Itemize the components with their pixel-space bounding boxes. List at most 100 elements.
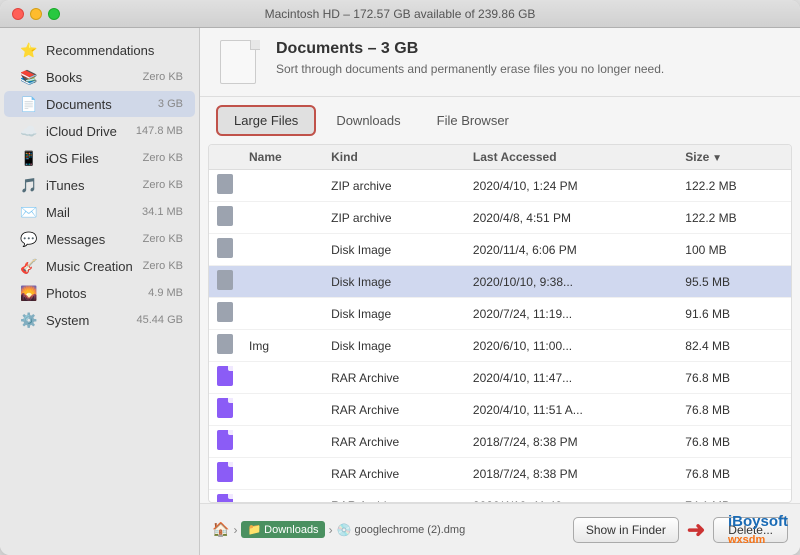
traffic-lights <box>12 8 60 20</box>
file-icon-cell <box>209 202 241 234</box>
sidebar-size-system: 45.44 GB <box>137 314 183 326</box>
sidebar-size-itunes: Zero KB <box>143 179 183 191</box>
file-accessed-cell: 2020/6/10, 11:00... <box>465 330 677 362</box>
close-button[interactable] <box>12 8 24 20</box>
file-icon-cell <box>209 298 241 330</box>
table-row[interactable]: RAR Archive2020/4/10, 11:47...76.8 MB <box>209 362 791 394</box>
maximize-button[interactable] <box>48 8 60 20</box>
breadcrumb-folder[interactable]: 📁 Downloads <box>241 521 324 538</box>
tab-downloads[interactable]: Downloads <box>320 107 416 134</box>
file-table-container[interactable]: Name Kind Last Accessed Size ZIP archive… <box>208 144 792 503</box>
sidebar-size-ios-files: Zero KB <box>143 152 183 164</box>
col-name[interactable]: Name <box>241 145 323 170</box>
purple-file-icon <box>217 494 233 503</box>
folder-label: Downloads <box>264 524 318 536</box>
file-kind-cell: RAR Archive <box>323 426 465 458</box>
table-row[interactable]: Disk Image2020/11/4, 6:06 PM100 MB <box>209 234 791 266</box>
table-row[interactable]: ZIP archive2020/4/10, 1:24 PM122.2 MB <box>209 170 791 202</box>
breadcrumb-sep-2: › <box>329 523 333 537</box>
breadcrumb-sep-1: › <box>233 523 237 537</box>
purple-file-icon <box>217 462 233 482</box>
file-icon-cell <box>209 330 241 362</box>
breadcrumb: 🏠 › 📁 Downloads › 💿 googlechrome (2).dmg <box>212 521 565 538</box>
table-row[interactable]: RAR Archive2018/7/24, 8:38 PM76.8 MB <box>209 426 791 458</box>
table-row[interactable]: ImgDisk Image2020/6/10, 11:00...82.4 MB <box>209 330 791 362</box>
file-size-cell: 122.2 MB <box>677 170 791 202</box>
sidebar-label-system: System <box>46 313 137 328</box>
gray-file-icon <box>217 206 233 226</box>
table-row[interactable]: RAR Archive2018/7/24, 8:38 PM76.8 MB <box>209 458 791 490</box>
sidebar-item-photos[interactable]: 🌄Photos4.9 MB <box>4 280 195 306</box>
right-panel: Documents – 3 GB Sort through documents … <box>200 28 800 555</box>
sidebar-item-itunes[interactable]: 🎵iTunesZero KB <box>4 172 195 198</box>
panel-header: Documents – 3 GB Sort through documents … <box>200 28 800 97</box>
sidebar-label-icloud: iCloud Drive <box>46 124 136 139</box>
sidebar-item-books[interactable]: 📚 BooksZero KB <box>4 64 195 90</box>
file-name-cell <box>241 458 323 490</box>
sidebar-item-recommendations[interactable]: ⭐Recommendations <box>4 37 195 63</box>
sidebar-label-recommendations: Recommendations <box>46 43 183 58</box>
table-row[interactable]: .rarRAR Archive2020/4/10, 11:49...74.1 M… <box>209 490 791 504</box>
file-accessed-cell: 2018/7/24, 8:38 PM <box>465 458 677 490</box>
tab-large-files[interactable]: Large Files <box>216 105 316 136</box>
watermark: iBoysoft wxsdm <box>728 513 788 547</box>
purple-file-icon <box>217 430 233 450</box>
file-icon-cell <box>209 170 241 202</box>
sidebar: ⭐Recommendations📚BooksZero KB📄Documents3… <box>0 28 200 555</box>
file-accessed-cell: 2020/4/8, 4:51 PM <box>465 202 677 234</box>
purple-file-icon <box>217 398 233 418</box>
file-name-cell <box>241 426 323 458</box>
sidebar-item-system[interactable]: ⚙️ System45.44 GB <box>4 307 195 333</box>
show-in-finder-button[interactable]: Show in Finder <box>573 517 679 543</box>
music-creation-icon: 🎸 <box>20 257 38 275</box>
doc-title: Documents – 3 GB <box>276 40 664 58</box>
icloud-icon: ☁️ <box>20 122 38 140</box>
table-row[interactable]: Disk Image2020/10/10, 9:38...95.5 MB <box>209 266 791 298</box>
sidebar-size-icloud: 147.8 MB <box>136 125 183 137</box>
doc-info: Documents – 3 GB Sort through documents … <box>276 40 664 78</box>
tab-file-browser[interactable]: File Browser <box>421 107 525 134</box>
watermark-text1: iBoysoft <box>728 513 788 530</box>
sidebar-item-mail[interactable]: ✉️Mail34.1 MB <box>4 199 195 225</box>
file-size-cell: 76.8 MB <box>677 362 791 394</box>
file-icon: 💿 <box>337 523 352 537</box>
gray-file-icon <box>217 302 233 322</box>
sidebar-item-music-creation[interactable]: 🎸Music CreationZero KB <box>4 253 195 279</box>
file-kind-cell: RAR Archive <box>323 394 465 426</box>
sidebar-label-photos: Photos <box>46 286 148 301</box>
sidebar-size-books: Zero KB <box>143 71 183 83</box>
file-kind-cell: RAR Archive <box>323 458 465 490</box>
file-accessed-cell: 2020/4/10, 11:47... <box>465 362 677 394</box>
itunes-icon: 🎵 <box>20 176 38 194</box>
bottom-bar: 🏠 › 📁 Downloads › 💿 googlechrome (2).dmg… <box>200 503 800 555</box>
sidebar-item-ios-files[interactable]: 📱iOS FilesZero KB <box>4 145 195 171</box>
doc-icon <box>216 40 264 88</box>
file-name-cell <box>241 170 323 202</box>
file-icon-cell <box>209 490 241 504</box>
minimize-button[interactable] <box>30 8 42 20</box>
sidebar-label-books: Books <box>46 70 143 85</box>
file-kind-cell: Disk Image <box>323 266 465 298</box>
file-size-cell: 76.8 MB <box>677 458 791 490</box>
messages-icon: 💬 <box>20 230 38 248</box>
table-row[interactable]: ZIP archive2020/4/8, 4:51 PM122.2 MB <box>209 202 791 234</box>
file-icon-cell <box>209 458 241 490</box>
sidebar-label-ios-files: iOS Files <box>46 151 143 166</box>
table-row[interactable]: RAR Archive2020/4/10, 11:51 A...76.8 MB <box>209 394 791 426</box>
table-row[interactable]: Disk Image2020/7/24, 11:19...91.6 MB <box>209 298 791 330</box>
sidebar-item-documents[interactable]: 📄Documents3 GB <box>4 91 195 117</box>
system-icon: ⚙️ <box>20 311 38 329</box>
file-size-cell: 95.5 MB <box>677 266 791 298</box>
file-accessed-cell: 2020/4/10, 11:51 A... <box>465 394 677 426</box>
file-name-cell: .rar <box>241 490 323 504</box>
books-icon: 📚 <box>20 68 38 86</box>
gray-file-icon <box>217 174 233 194</box>
file-kind-cell: Disk Image <box>323 234 465 266</box>
sidebar-size-photos: 4.9 MB <box>148 287 183 299</box>
sidebar-item-icloud[interactable]: ☁️ iCloud Drive147.8 MB <box>4 118 195 144</box>
sidebar-item-messages[interactable]: 💬MessagesZero KB <box>4 226 195 252</box>
col-size[interactable]: Size <box>677 145 791 170</box>
file-icon-cell <box>209 362 241 394</box>
file-kind-cell: Disk Image <box>323 298 465 330</box>
file-name-cell: Img <box>241 330 323 362</box>
